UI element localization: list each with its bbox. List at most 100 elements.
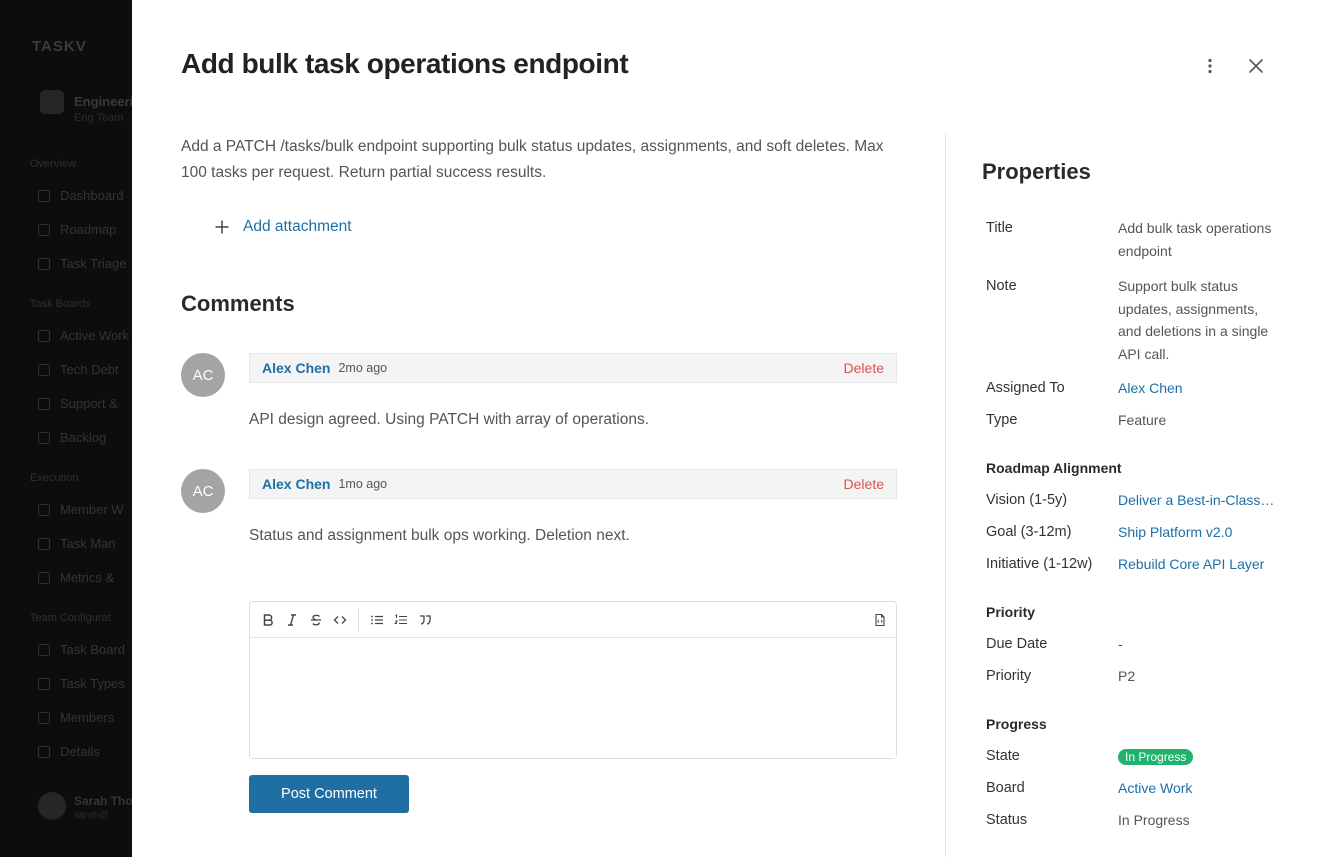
more-vertical-icon <box>1208 58 1212 74</box>
property-label: Status <box>986 812 1028 828</box>
bullet-list-icon <box>371 615 383 624</box>
nav-icon <box>38 189 50 202</box>
close-button[interactable] <box>1242 52 1270 80</box>
panel-divider <box>945 134 946 857</box>
property-value: Support bulk status updates, assignments… <box>1118 278 1269 362</box>
bullet-list-button[interactable] <box>365 608 389 632</box>
nav-item: Backlog <box>38 430 106 445</box>
bold-button[interactable] <box>256 608 280 632</box>
nav-item: Task Types <box>38 676 125 691</box>
team-subtitle: Eng Team <box>74 112 124 124</box>
nav-item: Roadmap <box>38 222 116 237</box>
code-button[interactable] <box>328 608 352 632</box>
property-label: Assigned To <box>986 380 1065 396</box>
numbered-list-button[interactable] <box>389 608 413 632</box>
property-value: P2 <box>1118 668 1136 684</box>
task-description: Add a PATCH /tasks/bulk endpoint support… <box>181 138 884 181</box>
property-title: Title Add bulk task operations endpoint <box>986 217 1286 262</box>
property-label: Priority <box>986 668 1032 684</box>
property-type: Type Feature <box>986 409 1286 432</box>
post-comment-button[interactable]: Post Comment <box>249 775 409 813</box>
numbered-list-icon <box>394 613 407 624</box>
nav-item: Member W <box>38 502 124 517</box>
comments-heading: Comments <box>181 291 295 316</box>
user-avatar <box>38 792 66 820</box>
nav-item: Task Man <box>38 536 116 551</box>
comment-body: API design agreed. Using PATCH with arra… <box>249 411 650 428</box>
nav-item: Task Board <box>38 642 125 657</box>
nav-icon <box>38 503 50 516</box>
property-label: Title <box>986 220 1013 236</box>
quote-button[interactable] <box>413 608 437 632</box>
nav-section-label: Execution <box>30 472 79 484</box>
nav-item: Active Work <box>38 328 129 343</box>
comment-author[interactable]: Alex Chen <box>262 476 330 492</box>
comment-timestamp: 2mo ago <box>338 361 388 375</box>
property-due-date: Due Date - <box>986 633 1286 656</box>
comment-textarea[interactable] <box>250 638 896 758</box>
delete-comment-button[interactable]: Delete <box>844 476 884 492</box>
property-label: Goal (3-12m) <box>986 524 1072 540</box>
nav-item: Metrics & <box>38 570 114 585</box>
property-label: Board <box>986 780 1025 796</box>
initiative-link[interactable]: Rebuild Core API Layer <box>1118 553 1278 576</box>
vision-link[interactable]: Deliver a Best-in-Class Platform <box>1118 489 1278 512</box>
strikethrough-button[interactable] <box>304 608 328 632</box>
comment-header: Alex Chen 1mo ago Delete <box>249 469 897 499</box>
board-link[interactable]: Active Work <box>1118 777 1278 800</box>
goal-link[interactable]: Ship Platform v2.0 <box>1118 521 1278 544</box>
property-note: Note Support bulk status updates, assign… <box>986 275 1286 365</box>
comment-timestamp: 1mo ago <box>338 477 388 491</box>
task-main-content: Add a PATCH /tasks/bulk endpoint support… <box>181 134 897 813</box>
nav-icon <box>38 397 50 410</box>
more-options-button[interactable] <box>1196 52 1224 80</box>
close-icon <box>1249 59 1263 73</box>
nav-section-label: Task Boards <box>30 298 91 310</box>
property-label: Type <box>986 412 1018 428</box>
property-value: In Progress <box>1118 812 1190 828</box>
code-icon <box>333 615 347 624</box>
toolbar-divider <box>358 607 359 632</box>
task-detail-drawer: Add bulk task operations endpoint Add a … <box>132 0 1322 857</box>
user-name: Sarah Tho <box>74 794 133 808</box>
nav-section-label: Overview <box>30 158 76 170</box>
nav-item: Details <box>38 744 100 759</box>
property-board: Board Active Work <box>986 777 1286 800</box>
property-initiative: Initiative (1-12w) Rebuild Core API Laye… <box>986 553 1286 576</box>
nav-item: Support & <box>38 396 118 411</box>
assignee-link[interactable]: Alex Chen <box>1118 377 1278 400</box>
delete-comment-button[interactable]: Delete <box>844 360 884 376</box>
progress-heading: Progress <box>986 716 1047 732</box>
property-value: Add bulk task operations endpoint <box>1118 220 1272 259</box>
property-value: Feature <box>1118 412 1167 428</box>
property-state: State In Progress <box>986 745 1286 768</box>
nav-icon <box>38 571 50 584</box>
property-vision: Vision (1-5y) Deliver a Best-in-Class Pl… <box>986 489 1286 512</box>
nav-icon <box>38 257 50 270</box>
property-assigned-to: Assigned To Alex Chen <box>986 377 1286 400</box>
nav-icon <box>38 643 50 656</box>
nav-icon <box>38 223 50 236</box>
team-avatar <box>40 90 64 114</box>
italic-icon <box>288 613 296 626</box>
add-attachment-button[interactable]: Add attachment <box>215 218 352 236</box>
add-attachment-label: Add attachment <box>243 218 352 235</box>
comment-header: Alex Chen 2mo ago Delete <box>249 353 897 383</box>
nav-item: Tech Debt <box>38 362 119 377</box>
property-value: In Progress <box>1118 745 1278 768</box>
property-label: Note <box>986 278 1017 294</box>
comment-author[interactable]: Alex Chen <box>262 360 330 376</box>
nav-icon <box>38 329 50 342</box>
italic-button[interactable] <box>280 608 304 632</box>
nav-icon <box>38 537 50 550</box>
comment-avatar: AC <box>181 469 225 513</box>
source-view-button[interactable] <box>868 608 892 632</box>
plus-icon <box>215 220 229 234</box>
nav-item: Members <box>38 710 114 725</box>
property-label: State <box>986 748 1020 764</box>
quote-icon <box>420 614 431 625</box>
bold-icon <box>263 613 273 626</box>
state-badge: In Progress <box>1118 749 1194 765</box>
comment-avatar: AC <box>181 353 225 397</box>
comment-body: Status and assignment bulk ops working. … <box>249 527 630 544</box>
